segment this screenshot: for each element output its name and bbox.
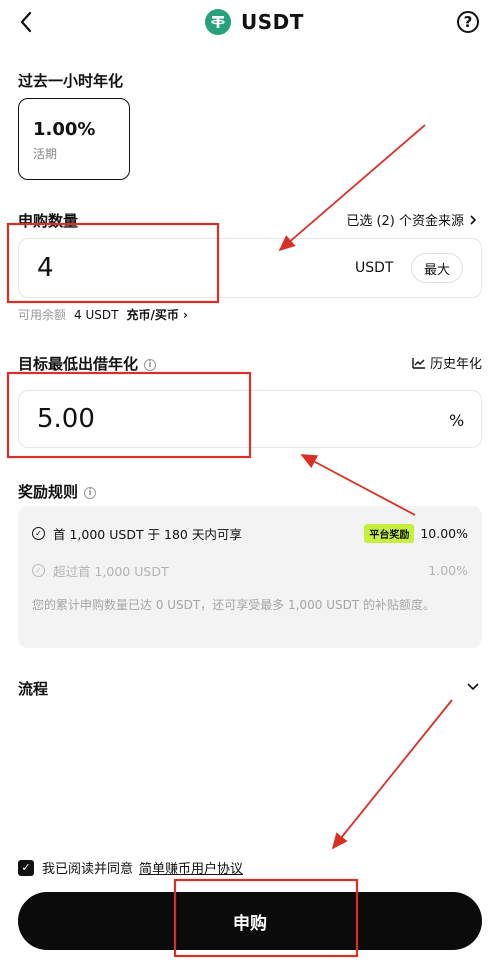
fund-source-text: 已选 (2) 个资金来源 [346,214,464,229]
agreement-link[interactable]: 简单赚币用户协议 [139,858,243,877]
rule-row-1: ✓ 首 1,000 USDT 于 180 天内可享 平台奖励 10.00% [32,524,468,543]
agreement-row: ✓ 我已阅读并同意 简单赚币用户协议 [18,858,243,877]
balance-row: 可用余额 4 USDT 充币/买币 › [18,306,188,323]
target-apy-value[interactable]: 5.00 [37,404,95,434]
max-button[interactable]: 最大 [411,253,463,283]
amount-value[interactable]: 4 [37,253,54,283]
rule-row-1-rate: 10.00% [420,526,468,541]
deposit-link[interactable]: 充币/买币 › [126,306,188,323]
info-icon[interactable]: i [144,358,157,371]
target-apy-field[interactable]: 5.00 % [18,390,482,448]
platform-reward-badge: 平台奖励 [364,524,415,543]
line-chart-icon [412,357,425,369]
rule-row-2: ✓ 超过首 1,000 USDT 1.00% [32,561,468,580]
apy-card[interactable]: 1.00% 活期 [18,98,130,180]
amount-field[interactable]: 4 USDT 最大 [18,238,482,298]
agreement-checkbox[interactable]: ✓ [18,859,34,876]
check-circle-icon: ✓ [32,527,45,540]
subsidy-note: 您的累计申购数量已达 0 USDT，还可享受最多 1,000 USDT 的补贴额… [32,598,436,612]
apy-label: 过去一小时年化 [18,72,124,90]
chevron-down-icon[interactable] [466,682,480,692]
apy-value: 1.00% [33,119,96,140]
subscribe-label: 申购数量 [18,212,79,230]
rule-row-2-rate: 1.00% [428,563,468,578]
fund-source-link[interactable]: 已选 (2) 个资金来源 [346,210,478,229]
annotation-arrow-3 [331,699,453,850]
tether-icon [205,9,231,35]
agreement-prefix: 我已阅读并同意 [42,862,134,877]
percent-unit: % [449,411,465,430]
apy-sub: 活期 [33,147,58,161]
history-apy-link[interactable]: 历史年化 [412,353,482,372]
balance-label: 可用余额 [18,308,67,322]
subscribe-button[interactable]: 申购 [18,892,482,950]
amount-unit: USDT [355,260,394,276]
balance-value: 4 USDT [74,307,119,322]
chevron-right-icon [470,214,477,225]
back-button[interactable] [14,8,40,36]
target-label: 目标最低出借年化 i [18,353,157,374]
info-icon[interactable]: i [84,486,97,499]
rules-panel: ✓ 首 1,000 USDT 于 180 天内可享 平台奖励 10.00% ✓ … [18,506,482,648]
check-circle-icon: ✓ [32,564,45,577]
annotation-arrow-1 [278,124,426,252]
rules-label: 奖励规则 i [18,481,97,502]
process-label[interactable]: 流程 [18,678,48,699]
chevron-left-icon [20,11,32,33]
page-header: USDT [205,8,304,36]
question-circle-icon[interactable]: ? [457,11,479,33]
page-title: USDT [241,10,304,34]
